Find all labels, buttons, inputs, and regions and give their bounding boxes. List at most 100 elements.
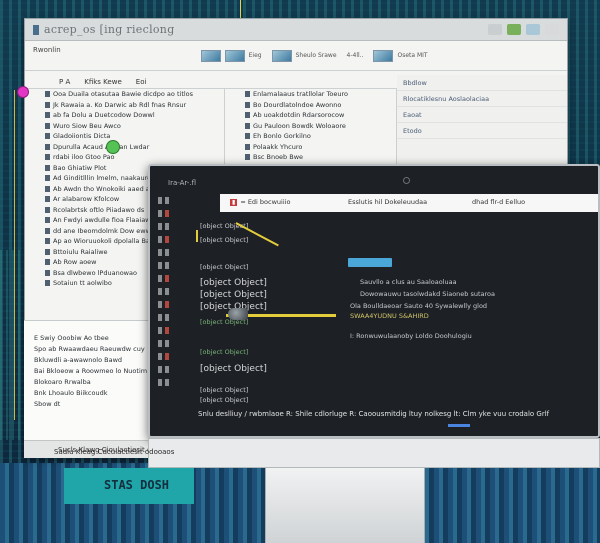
list-item[interactable]: Bai Bkloeow a Roowmeo lo Nuotim (24, 366, 148, 377)
tool-icon[interactable] (158, 259, 194, 272)
tool-icon[interactable] (158, 376, 194, 389)
screen-toolbar (158, 194, 194, 426)
tool-thumbnail[interactable] (200, 49, 221, 62)
list-item[interactable]: Eh Bonlo Gorkilno (225, 131, 396, 142)
tool-icon[interactable] (158, 350, 194, 363)
code-line: Dowowauwu tasolwdakd Siaoneb sutaroa (360, 290, 496, 298)
toolbar-label: Rwonlin (33, 45, 61, 54)
code-line: [object Object] (200, 236, 249, 244)
file-icon (45, 91, 50, 97)
file-icon (45, 175, 50, 181)
file-icon (45, 238, 50, 244)
list-item[interactable]: Bkluwdli a-awawnolo Bawd (24, 355, 148, 366)
file-icon (45, 112, 50, 118)
list-item[interactable]: Jk Rawaia a. Ko Darwic ab Rdl fnas Rnsur (25, 100, 224, 111)
list-item[interactable]: Polaakk Yhcuro (225, 142, 396, 153)
list-item[interactable]: Bo Dourdlatolndoe Awonno (225, 100, 396, 111)
list-item[interactable]: E Swiy Ooobiw Ao tbee (24, 333, 148, 344)
folder-icon (245, 112, 250, 118)
minimize-button[interactable] (488, 24, 502, 35)
folder-icon (245, 133, 250, 139)
command-bar[interactable]: Snlu deslliuy / rwbmlaoe R: Shile cdlorl… (198, 410, 598, 424)
tool-icon[interactable] (158, 207, 194, 220)
screen-title: Ira-Ar-.fl (168, 179, 196, 187)
file-icon (45, 122, 50, 129)
tool-icon[interactable] (158, 324, 194, 337)
tool-thumbnail[interactable] (271, 49, 292, 62)
column-header[interactable]: Kfiks Kewe (84, 78, 122, 86)
logo-text: STAS DOSH (104, 478, 170, 492)
editor-header-bar: ▮ = Edi bocwuiiio Esslutis hil Dokeleuuda… (220, 194, 598, 212)
tool-icon[interactable] (158, 194, 194, 207)
list-item[interactable]: Ab uoakdotdin Rdarsorocow (225, 110, 396, 121)
file-icon (45, 269, 50, 276)
tool-icon[interactable] (158, 298, 194, 311)
list-item[interactable]: Blokoaro Rrwalba (24, 377, 148, 388)
list-item[interactable]: ab fa Dolu a Duetcodow Dowwl (25, 110, 224, 121)
tool-icon[interactable] (158, 285, 194, 298)
file-icon (45, 101, 50, 108)
tool-icon[interactable] (158, 233, 194, 246)
list-item[interactable]: Bnk Lhoaulo Biikcoudk (24, 388, 148, 399)
list-item[interactable]: Dpurulla Acaud Aod an Lwdar (25, 142, 224, 153)
code-line: [object Object] (200, 396, 249, 404)
list-item[interactable]: Enlamalaaus tratllolar Toeuro (225, 89, 396, 100)
lower-list-panel: E Swiy Ooobiw Ao tbee Spo ab Rwaawdaeu R… (24, 320, 148, 456)
maximize-button[interactable] (526, 24, 540, 35)
window-title: acrep_os [ing rieclong (44, 23, 175, 36)
toolbar-item[interactable]: 4-4ll.. (347, 52, 364, 59)
window-titlebar: acrep_os [ing rieclong (25, 19, 567, 41)
tool-thumbnail[interactable] (373, 49, 394, 62)
list-item[interactable]: Wuro Siow Beu Awco (25, 121, 224, 132)
panel-item[interactable]: Bbdlow (397, 75, 567, 91)
tool-icon[interactable] (158, 272, 194, 285)
file-icon (45, 143, 50, 150)
tool-icon[interactable] (158, 246, 194, 259)
file-icon (45, 185, 50, 192)
file-icon (45, 217, 50, 223)
file-icon (45, 248, 50, 255)
toolbar-item[interactable]: Eieg (249, 52, 262, 59)
column-header[interactable]: P A (59, 78, 70, 86)
tool-icon[interactable] (158, 363, 194, 376)
monitor-screen: Ira-Ar-.fl ▮ = Edi bocwuiiio Esslutis hil… (148, 164, 600, 438)
code-line: SWAA4YUDNU S&AHIRD (350, 312, 429, 320)
close-button[interactable] (545, 24, 559, 35)
file-icon (45, 154, 50, 160)
toolbar: Rwonlin Eieg Sheulo Srawe 4-4ll.. Oseta … (25, 41, 567, 71)
toolbar-item[interactable]: Sheulo Srawe (296, 52, 337, 59)
folder-icon (245, 101, 250, 108)
file-icon (45, 280, 50, 286)
panel-item[interactable]: Etodo (397, 123, 567, 139)
camera-icon (403, 177, 410, 184)
column-header[interactable]: Eoi (136, 78, 147, 86)
panel-item[interactable]: Eaoat (397, 107, 567, 123)
code-line: Sauvllo a clus au Saaloaoluaa (360, 278, 457, 286)
tool-icon[interactable] (158, 337, 194, 350)
code-line: [object Object] (200, 348, 249, 356)
list-item[interactable]: Bsc Bnoeb Bwe (225, 152, 396, 163)
list-item[interactable]: Sbow dt (24, 399, 148, 410)
tool-icon[interactable] (158, 311, 194, 324)
list-item[interactable]: Gu Pauloon Bowdk Woloaore (225, 121, 396, 132)
monitor-chin (148, 438, 600, 468)
tool-icon[interactable] (158, 220, 194, 233)
list-item[interactable]: Spo ab Rwaawdaeu Raeuwdw cuy (24, 344, 148, 355)
list-item[interactable]: Ooa Duaila otasutaa Bawie dicdpo ao titl… (25, 89, 224, 100)
folder-icon (245, 154, 250, 160)
pointer-dot-icon (106, 140, 120, 154)
file-icon (45, 227, 50, 234)
code-line: [object Object] (200, 386, 249, 394)
panel-item[interactable]: Rlocatiklesnu Aoslaolaciaa (397, 91, 567, 107)
restore-button[interactable] (507, 24, 521, 35)
list-item[interactable]: rdabi iloo Gtoo Pao (25, 152, 224, 163)
code-line: [object Object] (200, 364, 267, 374)
selection-chip[interactable] (348, 258, 392, 267)
list-item[interactable]: Gladoiiontis Dicta (25, 131, 224, 142)
tool-thumbnail[interactable] (224, 49, 245, 62)
code-line: [object Object] (200, 263, 249, 271)
code-line: [object Object] (200, 290, 267, 300)
toolbar-item[interactable]: Oseta MIT (397, 52, 427, 59)
folder-icon (245, 122, 250, 129)
active-tab-indicator (448, 424, 470, 427)
